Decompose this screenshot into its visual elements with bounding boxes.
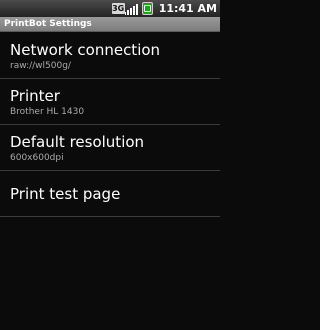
3g-icon: 3G [111,3,125,14]
clock: 11:41 AM [158,2,217,15]
pref-network-connection[interactable]: Network connection raw://wl500g/ [0,33,220,79]
signal-icon [124,3,138,15]
pref-title: Network connection [10,41,161,59]
screen: 3G 11:41 AM PrintBot Settings Network co… [0,0,220,330]
pref-printer[interactable]: Printer Brother HL 1430 [0,79,220,125]
preference-list: Network connection raw://wl500g/ Printer… [0,33,220,217]
pref-summary: 600x600dpi [10,153,64,163]
title-bar: PrintBot Settings [0,17,220,32]
pref-title: Print test page [10,185,121,203]
pref-title: Printer [10,87,60,105]
pref-default-resolution[interactable]: Default resolution 600x600dpi [0,125,220,171]
pref-print-test-page[interactable]: Print test page [0,171,220,217]
pref-summary: Brother HL 1430 [10,107,85,117]
status-bar: 3G 11:41 AM [0,0,220,17]
battery-icon [141,2,153,15]
pref-title: Default resolution [10,133,145,151]
pref-summary: raw://wl500g/ [10,61,71,71]
page-title: PrintBot Settings [4,19,92,29]
